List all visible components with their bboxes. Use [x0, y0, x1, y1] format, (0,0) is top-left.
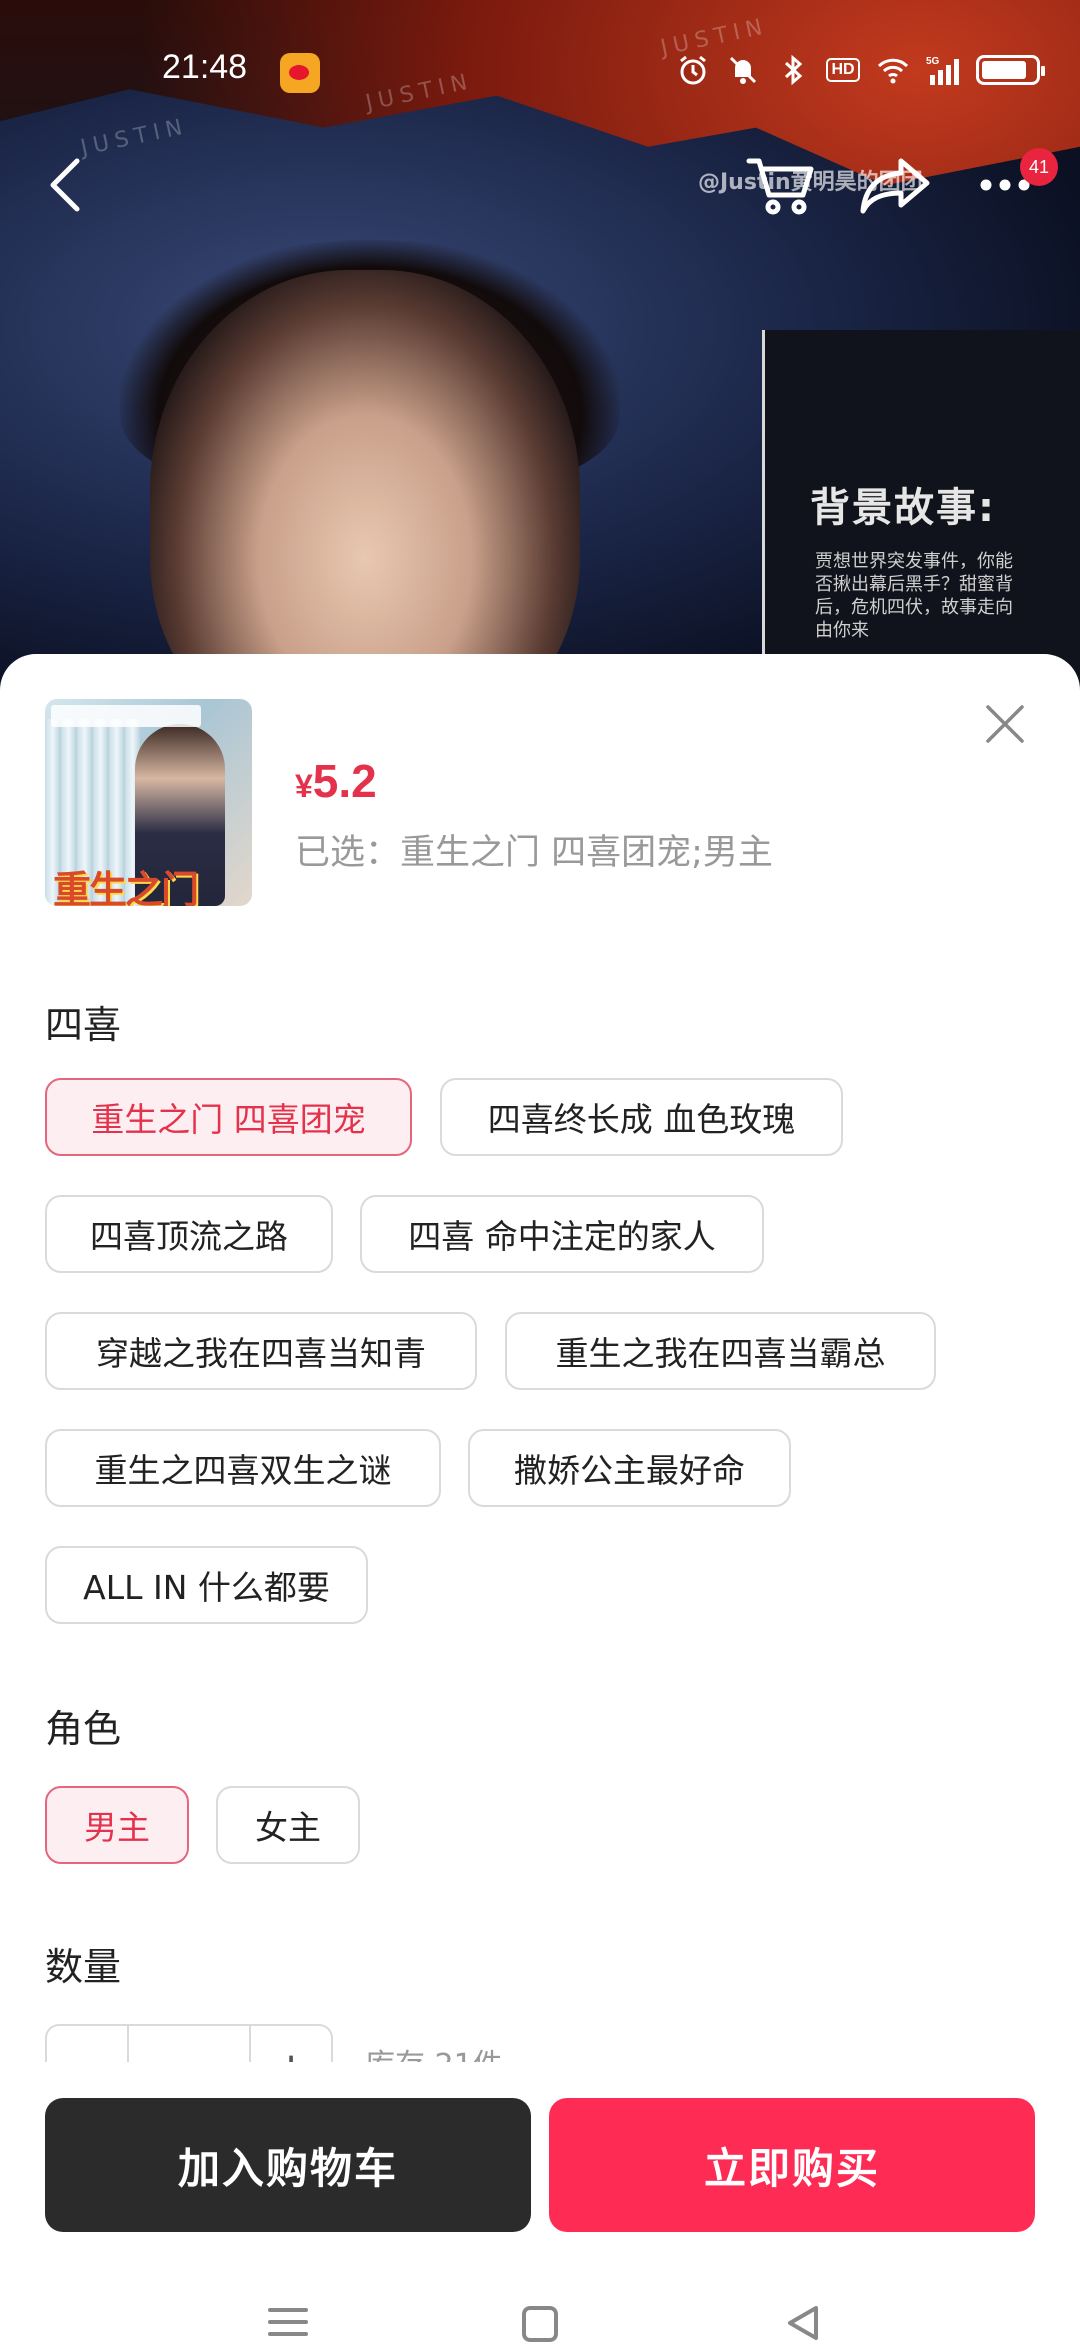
add-to-cart-button[interactable]: 加入购物车 — [45, 2098, 531, 2232]
series-option[interactable]: 四喜顶流之路 — [45, 1195, 333, 1273]
cart-icon — [746, 158, 814, 215]
thumb-title: 重生之门 — [53, 868, 199, 906]
price-value: 5.2 — [312, 755, 377, 807]
buy-now-button[interactable]: 立即购买 — [549, 2098, 1035, 2232]
chevron-left-icon — [50, 158, 80, 212]
product-thumbnail[interactable]: 重生之门 — [45, 699, 252, 906]
poster-story-text: 贾想世界突发事件，你能否揪出幕后黑手？甜蜜背后，危机四伏，故事走向由你来 — [815, 551, 1013, 641]
series-option[interactable]: 四喜终长成 血色玫瑰 — [440, 1078, 843, 1156]
close-button[interactable] — [980, 699, 1030, 749]
poster-story-title: 背景故事: — [810, 485, 996, 531]
series-option[interactable]: 重生之我在四喜当霸总 — [505, 1312, 936, 1390]
poster-portrait — [150, 270, 580, 700]
role-section-title: 角色 — [45, 1707, 122, 1751]
mute-icon — [726, 53, 760, 87]
more-icon — [980, 179, 1030, 191]
home-icon — [522, 2306, 558, 2342]
series-option[interactable]: 四喜 命中注定的家人 — [360, 1195, 764, 1273]
svg-text:5G: 5G — [926, 56, 940, 67]
series-option[interactable]: 重生之四喜双生之谜 — [45, 1429, 441, 1507]
home-nav-button[interactable] — [510, 2302, 570, 2344]
role-option[interactable]: 女主 — [216, 1786, 360, 1864]
system-navigation-bar — [0, 2302, 1080, 2344]
share-icon — [860, 158, 930, 214]
series-section-title: 四喜 — [45, 1003, 122, 1047]
back-button[interactable] — [30, 140, 100, 230]
price-currency: ¥ — [295, 768, 313, 804]
battery-icon — [976, 55, 1045, 85]
quantity-section-title: 数量 — [45, 1945, 122, 1989]
share-button[interactable] — [850, 140, 940, 230]
series-option-selected[interactable]: 重生之门 四喜团宠 — [45, 1078, 412, 1156]
status-bar: 21:48 HD 5G — [0, 0, 1080, 140]
bottom-action-bar: 加入购物车 立即购买 — [0, 2062, 1080, 2344]
series-option[interactable]: ALL IN 什么都要 — [45, 1546, 368, 1624]
close-icon — [986, 705, 1024, 743]
bluetooth-icon — [776, 53, 810, 87]
alarm-icon — [676, 53, 710, 87]
triangle-back-icon — [788, 2306, 818, 2340]
weibo-notification-icon — [280, 53, 320, 93]
status-time: 21:48 — [162, 48, 248, 86]
menu-icon — [268, 2308, 308, 2336]
series-option[interactable]: 撒娇公主最好命 — [468, 1429, 791, 1507]
back-nav-button[interactable] — [774, 2302, 834, 2344]
selected-summary: 已选：重生之门 四喜团宠;男主 — [295, 824, 773, 875]
hd-icon: HD — [826, 53, 860, 87]
selected-value: 重生之门 四喜团宠;男主 — [400, 833, 773, 873]
selected-label: 已选： — [295, 833, 401, 873]
menu-nav-button[interactable] — [258, 2302, 318, 2344]
signal-icon: 5G — [926, 53, 960, 87]
series-option[interactable]: 穿越之我在四喜当知青 — [45, 1312, 477, 1390]
cart-button[interactable] — [735, 140, 825, 230]
status-icons: HD 5G — [676, 50, 1045, 90]
role-option-selected[interactable]: 男主 — [45, 1786, 189, 1864]
thumb-banner — [51, 705, 201, 727]
notification-badge: 41 — [1020, 148, 1058, 186]
price: ¥5.2 — [295, 754, 377, 808]
top-navigation — [0, 140, 1080, 230]
wifi-icon — [876, 53, 910, 87]
